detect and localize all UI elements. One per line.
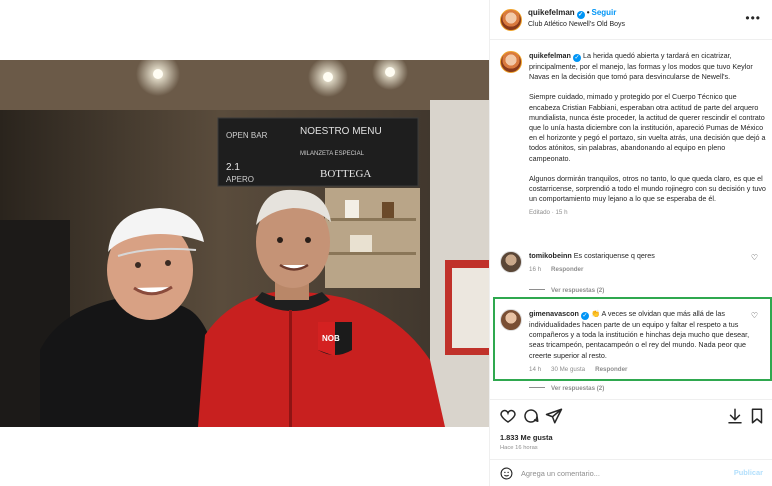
wall-sign-open-bar: OPEN BAR <box>226 131 268 140</box>
caption-avatar[interactable] <box>500 51 522 73</box>
caption-text: quikefelman ✓ La herida quedó abierta y t… <box>529 51 766 219</box>
photo-illustration: OPEN BAR NOESTRO MENU MILANZETA ESPECIAL… <box>0 60 489 427</box>
view-replies-link[interactable]: Ver respuestas (2) <box>529 287 604 294</box>
jacket-badge-text: NOB <box>322 334 340 343</box>
publish-button[interactable]: Publicar <box>734 468 763 477</box>
heart-icon[interactable] <box>499 407 517 425</box>
more-horizontal-icon[interactable]: ••• <box>745 11 761 25</box>
caption-username[interactable]: quikefelman <box>529 51 571 60</box>
follow-button[interactable]: Seguir <box>592 8 617 17</box>
verified-badge-icon: ✓ <box>576 11 585 19</box>
download-icon[interactable] <box>726 407 744 425</box>
comment-like-heart-icon[interactable]: ♡ <box>751 253 758 262</box>
comment-body: Es costariquense q qeres <box>573 251 655 260</box>
emoji-icon[interactable] <box>500 467 513 480</box>
caption-paragraph-3: Algunos dormirán tranquilos, otros no ta… <box>529 173 766 204</box>
post-location[interactable]: Club Atlético Newell's Old Boys <box>528 21 625 28</box>
caption-verified-icon: ✓ <box>572 54 581 62</box>
post-photo[interactable]: OPEN BAR NOESTRO MENU MILANZETA ESPECIAL… <box>0 60 489 427</box>
post-time-ago: Hace 16 horas <box>500 445 538 451</box>
reply-button[interactable]: Responder <box>551 266 583 273</box>
author-avatar[interactable] <box>500 9 522 31</box>
comment-text: tomikobeinn Es costariquense q qeres <box>529 251 766 261</box>
add-comment-bar: Publicar <box>490 459 772 486</box>
comment-avatar[interactable] <box>500 251 522 273</box>
post-header: quikefelman ✓ • Seguir Club Atlético Newell… <box>490 0 772 40</box>
comment-icon[interactable] <box>522 407 540 425</box>
wall-sign-menu: NOESTRO MENU <box>300 126 382 137</box>
comment-item: tomikobeinn Es costariquense q qeres 16 … <box>500 251 766 273</box>
add-comment-input[interactable] <box>521 466 711 480</box>
share-icon[interactable] <box>545 407 563 425</box>
wall-sign-number: 2.1 <box>226 162 240 173</box>
comment-meta: 16 h Responder <box>529 266 766 273</box>
post-side-panel: quikefelman ✓ • Seguir Club Atlético Newell… <box>489 0 772 486</box>
post-actions: 1.833 Me gusta Hace 16 horas <box>490 399 772 457</box>
comment-time: 16 h <box>529 266 542 274</box>
wall-sign-apero: APERO <box>226 175 254 184</box>
view-replies-link[interactable]: Ver respuestas (2) <box>529 385 604 392</box>
comment-highlight-box <box>493 297 772 381</box>
likes-count[interactable]: 1.833 Me gusta <box>500 433 553 442</box>
post-media-pane: OPEN BAR NOESTRO MENU MILANZETA ESPECIAL… <box>0 0 489 486</box>
wall-sign-milanzeta: MILANZETA ESPECIAL <box>300 151 365 157</box>
post-caption: quikefelman ✓ La herida quedó abierta y t… <box>500 51 766 219</box>
bookmark-icon[interactable] <box>748 407 766 425</box>
caption-paragraph-2: Siempre cuidado, mimado y protegido por … <box>529 92 766 163</box>
author-username[interactable]: quikefelman <box>528 8 575 17</box>
wall-sign-bottega: BOTTEGA <box>320 168 371 180</box>
comment-username[interactable]: tomikobeinn <box>529 251 572 260</box>
author-row: quikefelman ✓ • Seguir <box>528 8 616 19</box>
separator-dot: • <box>586 8 590 17</box>
caption-meta: Editado · 15 h <box>529 209 568 217</box>
